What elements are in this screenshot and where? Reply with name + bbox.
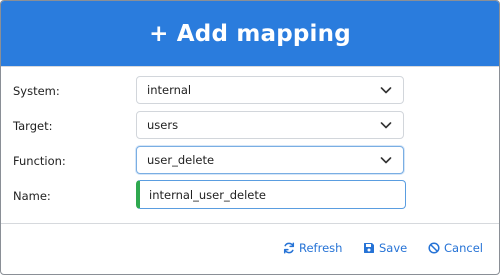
- footer-divider: [1, 223, 499, 224]
- system-label: System:: [13, 84, 60, 98]
- save-button-label: Save: [379, 241, 408, 255]
- name-input[interactable]: internal_user_delete: [136, 180, 406, 209]
- function-select[interactable]: user_delete: [136, 146, 404, 174]
- target-select[interactable]: users: [136, 111, 404, 139]
- refresh-button[interactable]: Refresh: [283, 241, 342, 255]
- name-input-value: internal_user_delete: [149, 188, 266, 202]
- save-icon: [364, 243, 374, 253]
- target-label: Target:: [13, 119, 53, 133]
- name-label: Name:: [13, 189, 51, 203]
- target-select-value: users: [147, 118, 179, 132]
- header-divider: [1, 66, 499, 67]
- dialog-title: + Add mapping: [149, 20, 351, 47]
- cancel-button-label: Cancel: [444, 241, 483, 255]
- dialog-header: + Add mapping: [1, 1, 499, 66]
- cancel-button[interactable]: Cancel: [428, 241, 483, 255]
- refresh-icon: [283, 242, 295, 254]
- function-label: Function:: [13, 154, 66, 168]
- system-select[interactable]: internal: [136, 76, 404, 104]
- chevron-down-icon: [380, 122, 392, 129]
- save-button[interactable]: Save: [363, 241, 407, 255]
- function-select-value: user_delete: [147, 153, 215, 167]
- chevron-down-icon: [380, 157, 392, 164]
- cancel-icon: [428, 242, 440, 254]
- chevron-down-icon: [380, 87, 392, 94]
- system-select-value: internal: [147, 83, 192, 97]
- add-mapping-dialog: + Add mapping System: internal Target: u…: [0, 0, 500, 275]
- refresh-button-label: Refresh: [299, 241, 343, 255]
